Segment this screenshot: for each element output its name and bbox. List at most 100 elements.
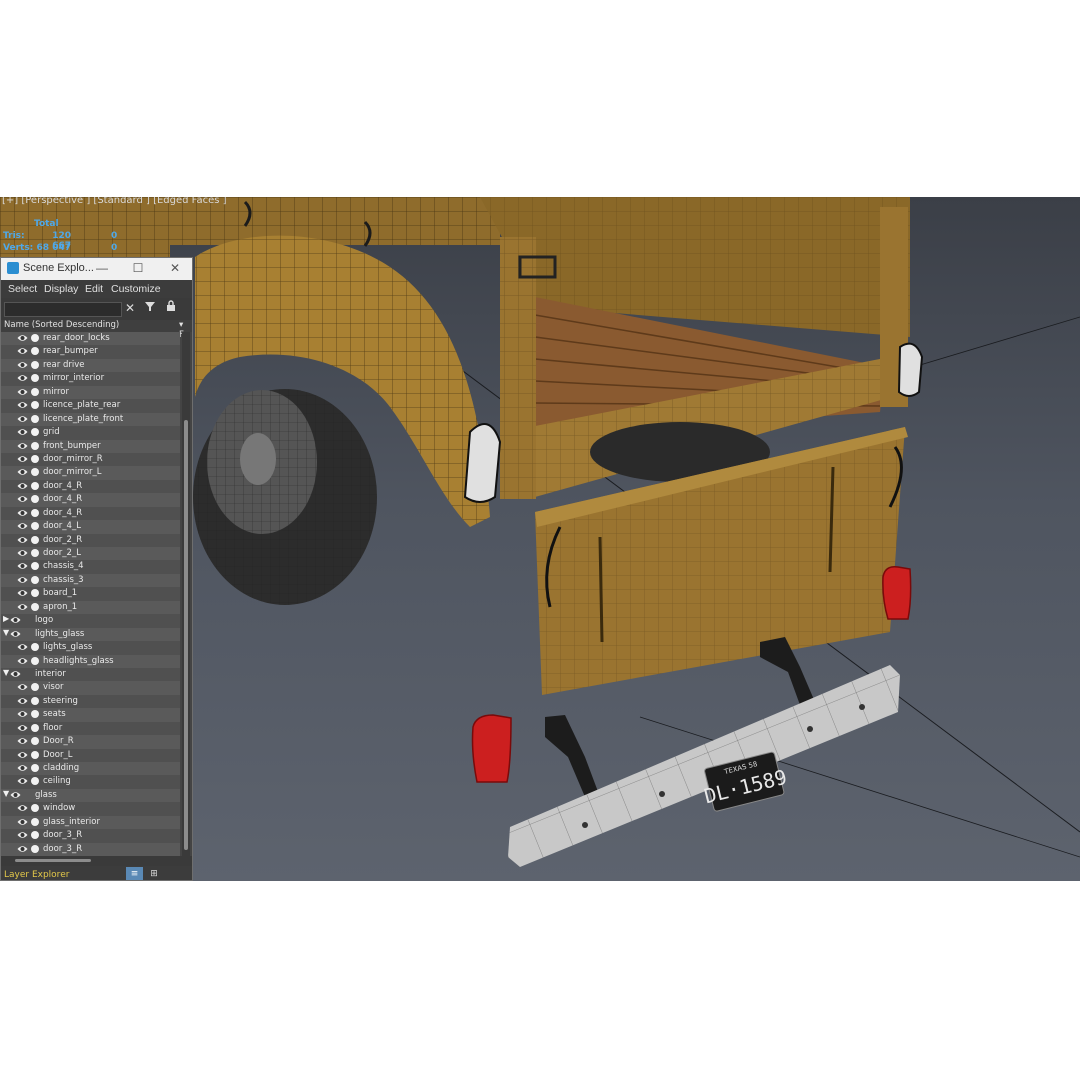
visibility-eye-icon[interactable] — [10, 615, 21, 625]
minimize-button[interactable]: — — [94, 260, 110, 276]
tree-row[interactable]: rear drive — [1, 358, 180, 373]
tree-row[interactable]: door_2_L — [1, 547, 180, 561]
tree-row[interactable]: door_4_R — [1, 493, 180, 507]
tree-row[interactable]: floor — [1, 721, 180, 736]
visibility-eye-icon[interactable] — [17, 642, 28, 652]
tree-row[interactable]: ceiling — [1, 775, 180, 789]
tree-row[interactable]: visor — [1, 681, 180, 695]
visibility-eye-icon[interactable] — [17, 682, 28, 692]
search-input[interactable] — [4, 302, 122, 317]
visibility-eye-icon[interactable] — [17, 844, 28, 854]
tree-row[interactable]: door_4_R — [1, 479, 180, 494]
visibility-eye-icon[interactable] — [17, 750, 28, 760]
collapse-arrow-icon[interactable]: ▼ — [3, 789, 9, 798]
tree-row[interactable]: door_3_R — [1, 829, 180, 843]
tree-row[interactable]: ▼ glass — [1, 788, 180, 803]
tree-row[interactable]: door_3_R — [1, 842, 180, 857]
tree-row[interactable]: ▼ interior — [1, 667, 180, 682]
visibility-eye-icon[interactable] — [17, 454, 28, 464]
visibility-eye-icon[interactable] — [10, 629, 21, 639]
menu-display[interactable]: Display — [44, 283, 78, 295]
vertical-scroll-thumb[interactable] — [184, 420, 188, 850]
tree-row[interactable]: headlights_glass — [1, 654, 180, 668]
layer-explorer-label[interactable]: Layer Explorer — [4, 870, 69, 880]
viewport-label[interactable]: [+] [Perspective ] [Standard ] [Edged Fa… — [2, 197, 227, 206]
menu-select[interactable]: Select — [8, 283, 37, 295]
tree-row[interactable]: ▶ logo — [1, 614, 180, 628]
tree-row[interactable]: rear_bumper — [1, 345, 180, 359]
tree-row[interactable]: mirror — [1, 385, 180, 400]
tree-row[interactable]: apron_1 — [1, 600, 180, 615]
tree-row[interactable]: ▼ lights_glass — [1, 627, 180, 642]
tree-row[interactable]: board_1 — [1, 587, 180, 601]
visibility-eye-icon[interactable] — [17, 575, 28, 585]
visibility-eye-icon[interactable] — [17, 763, 28, 773]
visibility-eye-icon[interactable] — [17, 360, 28, 370]
tree-row[interactable]: glass_interior — [1, 815, 180, 830]
maximize-button[interactable]: ☐ — [130, 260, 146, 276]
menu-edit[interactable]: Edit — [85, 283, 103, 295]
collapse-arrow-icon[interactable]: ▼ — [3, 668, 9, 677]
close-button[interactable]: ✕ — [167, 260, 183, 276]
clear-search-icon[interactable]: ✕ — [122, 300, 138, 316]
tree-row[interactable]: front_bumper — [1, 439, 180, 453]
visibility-eye-icon[interactable] — [17, 333, 28, 343]
visibility-eye-icon[interactable] — [17, 535, 28, 545]
tree-row[interactable]: lights_glass — [1, 641, 180, 655]
name-column-header[interactable]: Name (Sorted Descending) ▾ F... — [1, 320, 192, 340]
visibility-eye-icon[interactable] — [17, 709, 28, 719]
menu-customize[interactable]: Customize — [111, 283, 161, 295]
tree-row[interactable]: grid — [1, 426, 180, 440]
tree-row[interactable]: chassis_3 — [1, 573, 180, 588]
visibility-eye-icon[interactable] — [10, 790, 21, 800]
visibility-eye-icon[interactable] — [17, 346, 28, 356]
visibility-eye-icon[interactable] — [17, 656, 28, 666]
horizontal-scrollbar[interactable] — [1, 856, 192, 866]
visibility-eye-icon[interactable] — [10, 669, 21, 679]
tree-row[interactable]: door_mirror_L — [1, 466, 180, 480]
visibility-eye-icon[interactable] — [17, 817, 28, 827]
tree-row[interactable]: mirror_interior — [1, 372, 180, 386]
tree-row[interactable]: Door_L — [1, 748, 180, 762]
visibility-eye-icon[interactable] — [17, 481, 28, 491]
tree-row[interactable]: steering — [1, 694, 180, 709]
collapse-arrow-icon[interactable]: ▼ — [3, 628, 9, 637]
tree-row[interactable]: cladding — [1, 762, 180, 776]
visibility-eye-icon[interactable] — [17, 548, 28, 558]
visibility-eye-icon[interactable] — [17, 723, 28, 733]
tree-row[interactable]: door_4_L — [1, 520, 180, 534]
tree-row[interactable]: chassis_4 — [1, 560, 180, 574]
visibility-eye-icon[interactable] — [17, 387, 28, 397]
tree-row[interactable]: window — [1, 802, 180, 816]
visibility-eye-icon[interactable] — [17, 521, 28, 531]
hierarchy-icon[interactable]: ⊞ — [147, 867, 161, 880]
expand-arrow-icon[interactable]: ▶ — [3, 614, 9, 623]
visibility-eye-icon[interactable] — [17, 736, 28, 746]
vertical-scrollbar[interactable] — [182, 332, 190, 856]
visibility-eye-icon[interactable] — [17, 427, 28, 437]
visibility-eye-icon[interactable] — [17, 776, 28, 786]
tree-row[interactable]: Door_R — [1, 735, 180, 749]
visibility-eye-icon[interactable] — [17, 508, 28, 518]
scene-explorer-titlebar[interactable]: Scene Explo... — ☐ ✕ — [1, 258, 192, 280]
tree-row[interactable]: seats — [1, 708, 180, 722]
visibility-eye-icon[interactable] — [17, 373, 28, 383]
layers-icon[interactable]: ≡ — [126, 867, 143, 880]
tree-row[interactable]: door_4_R — [1, 506, 180, 521]
filter-icon[interactable] — [142, 300, 158, 316]
visibility-eye-icon[interactable] — [17, 467, 28, 477]
tree-row[interactable]: licence_plate_rear — [1, 399, 180, 413]
visibility-eye-icon[interactable] — [17, 441, 28, 451]
visibility-eye-icon[interactable] — [17, 803, 28, 813]
visibility-eye-icon[interactable] — [17, 602, 28, 612]
tree-row[interactable]: rear_door_locks — [1, 332, 180, 346]
visibility-eye-icon[interactable] — [17, 696, 28, 706]
lock-icon[interactable] — [163, 300, 179, 316]
visibility-eye-icon[interactable] — [17, 830, 28, 840]
tree-row[interactable]: door_mirror_R — [1, 452, 180, 467]
visibility-eye-icon[interactable] — [17, 414, 28, 424]
visibility-eye-icon[interactable] — [17, 561, 28, 571]
visibility-eye-icon[interactable] — [17, 494, 28, 504]
visibility-eye-icon[interactable] — [17, 400, 28, 410]
horizontal-scroll-thumb[interactable] — [15, 859, 91, 862]
